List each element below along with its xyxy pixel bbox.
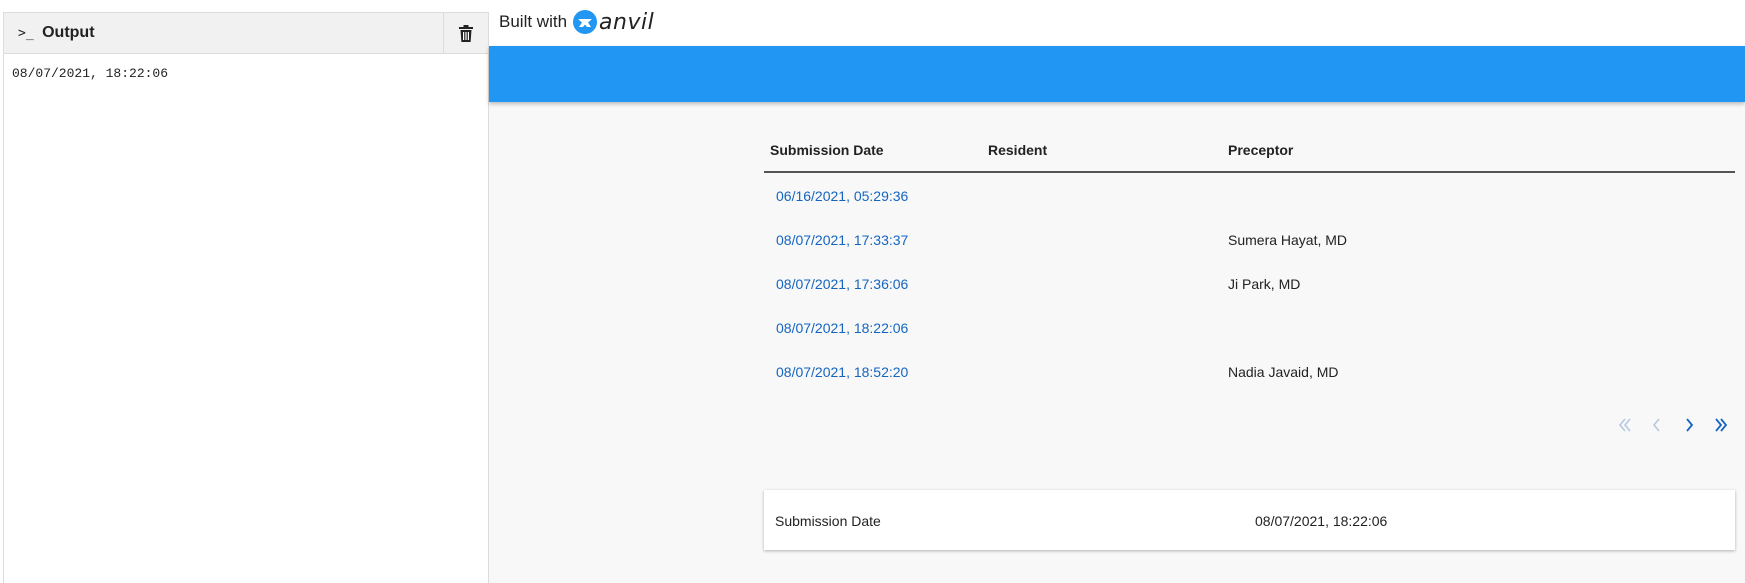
double-chevron-left-icon [1618, 418, 1631, 432]
first-page-button[interactable] [1611, 411, 1639, 439]
column-header-submission-date: Submission Date [770, 142, 884, 158]
submission-date-link[interactable]: 08/07/2021, 18:52:20 [776, 349, 908, 395]
submission-date-link[interactable]: 08/07/2021, 17:33:37 [776, 217, 908, 263]
preceptor-cell: Sumera Hayat, MD [1228, 232, 1348, 248]
output-log: 08/07/2021, 18:22:06 [4, 54, 488, 93]
detail-card: Submission Date 08/07/2021, 18:22:06 [764, 490, 1735, 550]
output-line: 08/07/2021, 18:22:06 [12, 66, 169, 81]
detail-value: 08/07/2021, 18:22:06 [1255, 513, 1388, 529]
preceptor-cell: Ji Park, MD [1228, 276, 1301, 292]
terminal-icon: >_ [18, 26, 34, 41]
next-page-button[interactable] [1675, 411, 1703, 439]
column-header-preceptor: Preceptor [1228, 142, 1294, 158]
app-bar [489, 46, 1745, 102]
chevron-left-icon [1652, 418, 1660, 432]
pagination [1611, 411, 1735, 439]
detail-label: Submission Date [775, 513, 881, 529]
table-row: 08/07/2021, 18:52:20 Nadia Javaid, MD [764, 349, 1735, 393]
double-chevron-right-icon [1715, 418, 1728, 432]
anvil-wordmark: anvil [599, 9, 655, 35]
anvil-logo-icon [573, 10, 598, 34]
submissions-table: Submission Date Resident Preceptor 06/16… [764, 126, 1735, 432]
submission-date-link[interactable]: 08/07/2021, 18:22:06 [776, 305, 908, 351]
table-row: 06/16/2021, 05:29:36 [764, 173, 1735, 217]
output-title: >_ Output [18, 13, 95, 53]
table-header: Submission Date Resident Preceptor [764, 126, 1735, 173]
trash-icon [459, 24, 473, 42]
column-header-resident: Resident [988, 142, 1048, 158]
submission-date-link[interactable]: 08/07/2021, 17:36:06 [776, 261, 908, 307]
table-row: 08/07/2021, 17:36:06 Ji Park, MD [764, 261, 1735, 305]
chevron-right-icon [1686, 418, 1694, 432]
last-page-button[interactable] [1707, 411, 1735, 439]
output-panel: >_ Output 08/07/2021, 18:22:06 [3, 12, 489, 583]
built-with-anvil[interactable]: Built with anvil [499, 8, 654, 36]
preceptor-cell: Nadia Javaid, MD [1228, 364, 1339, 380]
submission-date-link[interactable]: 06/16/2021, 05:29:36 [776, 173, 908, 219]
prev-page-button[interactable] [1643, 411, 1671, 439]
output-header: >_ Output [4, 13, 488, 54]
clear-output-button[interactable] [443, 13, 488, 53]
table-row: 08/07/2021, 18:22:06 [764, 305, 1735, 349]
app-content: Submission Date Resident Preceptor 06/16… [489, 46, 1745, 583]
output-title-label: Output [42, 24, 95, 41]
anvil-logo: anvil [573, 10, 654, 35]
table-row: 08/07/2021, 17:33:37 Sumera Hayat, MD [764, 217, 1735, 261]
built-with-label: Built with [499, 12, 568, 31]
